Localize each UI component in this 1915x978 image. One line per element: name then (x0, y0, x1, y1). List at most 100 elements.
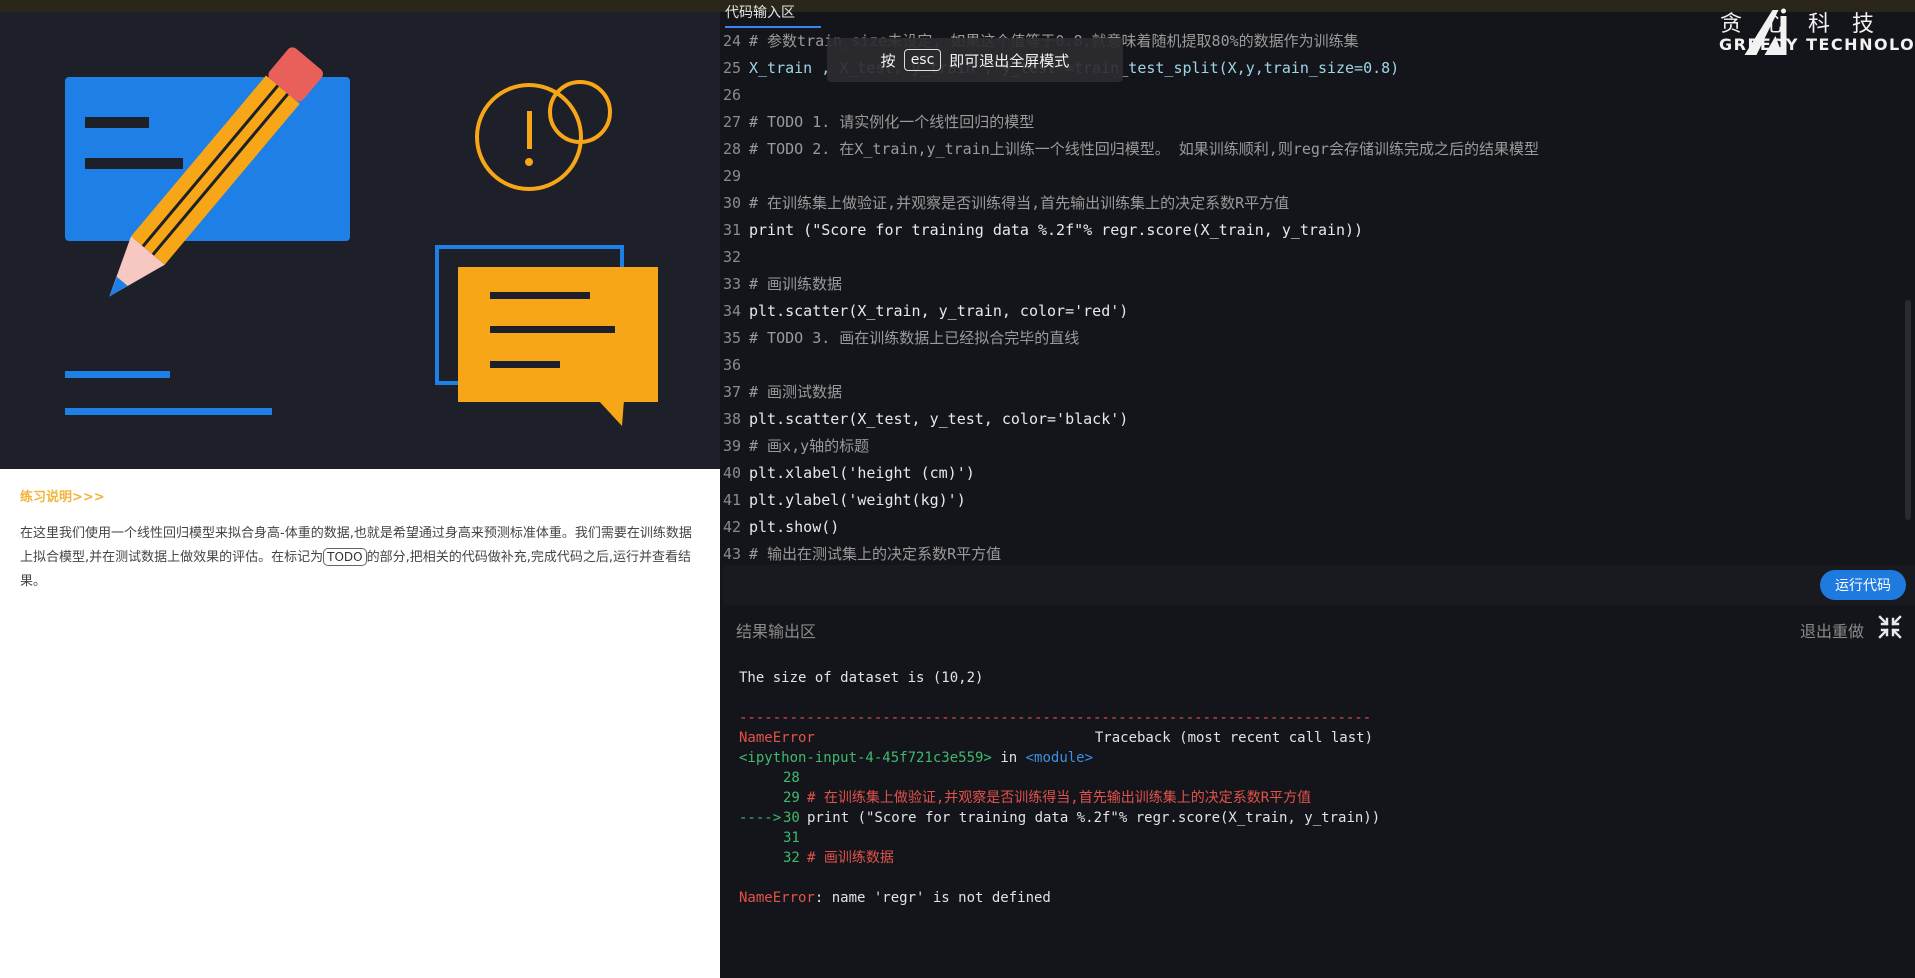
editor-scrollbar[interactable] (1905, 300, 1911, 520)
output-header: 结果输出区 (736, 622, 817, 641)
input-ref: <ipython-input-4-45f721c3e559> (739, 750, 992, 766)
code-line[interactable]: 37 # 画测试数据 (723, 379, 1913, 406)
code-line[interactable]: 27 # TODO 1. 请实例化一个线性回归的模型 (723, 109, 1913, 136)
line-number: 40 (723, 464, 742, 482)
code-line[interactable]: 38 plt.scatter(X_test, y_test, color='bla… (723, 406, 1913, 433)
esc-key-badge: esc (903, 49, 942, 71)
exercise-description: 在这里我们使用一个线性回归模型来拟合身高-体重的数据,也就是希望通过身高来预测标… (20, 522, 702, 594)
line-number: 41 (723, 491, 742, 509)
code-text[interactable]: # 画测试数据 (749, 383, 842, 401)
output-console: The size of dataset is (10,2) ----------… (739, 668, 1380, 908)
code-line[interactable]: 36 (723, 352, 1913, 379)
todo-tag: TODO (323, 548, 367, 566)
run-code-button[interactable]: 运行代码 (1820, 570, 1906, 600)
traceback-lines: 28 29 # 在训练集上做验证,并观察是否训练得当,首先输出训练集上的决定系数R平… (739, 768, 1380, 868)
code-line[interactable]: 28 # TODO 2. 在X_train,y_train上训练一个线性回归模型。… (723, 136, 1913, 163)
traceback-code: # 画训练数据 (807, 850, 894, 866)
code-line[interactable]: 39 # 画x,y轴的标题 (723, 433, 1913, 460)
logo-text-cn: 贪心科技 (1720, 12, 1897, 37)
line-number: 33 (723, 275, 742, 293)
fullscreen-toast: 按 esc 即可退出全屏模式 (827, 38, 1123, 82)
code-line[interactable]: 29 (723, 163, 1913, 190)
traceback-line: 32 # 画训练数据 (739, 848, 1380, 868)
line-number: 30 (723, 194, 742, 212)
code-text[interactable]: plt.xlabel('height (cm)') (749, 464, 975, 482)
in-text: in (1000, 750, 1018, 766)
code-text[interactable]: # 输出在测试集上的决定系数R平方值 (749, 545, 1001, 563)
line-number: 32 (723, 248, 742, 266)
code-line[interactable]: 26 (723, 82, 1913, 109)
traceback-line-number: 31 (783, 830, 800, 846)
toast-prefix: 按 (880, 51, 896, 70)
reset-button[interactable]: 退出重做 (1800, 618, 1864, 642)
line-number: 35 (723, 329, 742, 347)
line-number: 24 (723, 32, 742, 50)
error-text: : name 'regr' is not defined (814, 890, 1051, 906)
line-number: 26 (723, 86, 742, 104)
error-name: NameError (739, 730, 815, 746)
code-line[interactable]: 32 (723, 244, 1913, 271)
traceback-line-number: 28 (783, 770, 800, 786)
code-text[interactable]: # TODO 3. 画在训练数据上已经拟合完毕的直线 (749, 329, 1079, 347)
line-number: 25 (723, 59, 742, 77)
code-text[interactable]: # 在训练集上做验证,并观察是否训练得当,首先输出训练集上的决定系数R平方值 (749, 194, 1289, 212)
code-line[interactable]: 41 plt.ylabel('weight(kg)') (723, 487, 1913, 514)
traceback-arrow: ----> (739, 810, 782, 826)
code-line[interactable]: 30 # 在训练集上做验证,并观察是否训练得当,首先输出训练集上的决定系数R平方值 (723, 190, 1913, 217)
code-text[interactable]: plt.scatter(X_test, y_test, color='black… (749, 410, 1128, 428)
traceback-line-number: 30 (783, 810, 800, 826)
line-number: 38 (723, 410, 742, 428)
code-line[interactable]: 34 plt.scatter(X_train, y_train, color='r… (723, 298, 1913, 325)
code-text[interactable]: plt.scatter(X_train, y_train, color='red… (749, 302, 1128, 320)
traceback-line: 28 (739, 768, 1380, 788)
line-number: 36 (723, 356, 742, 374)
traceback-line: 29 # 在训练集上做验证,并观察是否训练得当,首先输出训练集上的决定系数R平方值 (739, 788, 1380, 808)
run-bar (723, 565, 1915, 605)
code-text[interactable]: # 画x,y轴的标题 (749, 437, 869, 455)
code-line[interactable]: 43 # 输出在测试集上的决定系数R平方值 (723, 541, 1913, 565)
line-number: 42 (723, 518, 742, 536)
code-text[interactable]: # TODO 1. 请实例化一个线性回归的模型 (749, 113, 1034, 131)
code-text[interactable]: # TODO 2. 在X_train,y_train上训练一个线性回归模型。 如… (749, 140, 1539, 158)
code-line[interactable]: 31 print ("Score for training data %.2f"%… (723, 217, 1913, 244)
traceback-line: 31 (739, 828, 1380, 848)
line-number: 34 (723, 302, 742, 320)
code-text[interactable]: print ("Score for training data %.2f"% r… (749, 221, 1363, 239)
traceback-code: # 在训练集上做验证,并观察是否训练得当,首先输出训练集上的决定系数R平方值 (807, 790, 1312, 806)
line-number: 29 (723, 167, 742, 185)
traceback-header: NameError Traceback (most recent call las… (739, 728, 1380, 748)
line-number: 43 (723, 545, 742, 563)
code-text[interactable]: # 画训练数据 (749, 275, 842, 293)
code-line[interactable]: 42 plt.show() (723, 514, 1913, 541)
code-line[interactable]: 35 # TODO 3. 画在训练数据上已经拟合完毕的直线 (723, 325, 1913, 352)
line-number: 27 (723, 113, 742, 131)
code-text[interactable]: plt.ylabel('weight(kg)') (749, 491, 966, 509)
line-number: 31 (723, 221, 742, 239)
logo-text-en: GREEDY TECHNOLOGY (1719, 35, 1915, 54)
error-message: NameError: name 'regr' is not defined (739, 888, 1380, 908)
tab-code-input[interactable]: 代码输入区 (725, 2, 795, 22)
traceback-code: print ("Score for training data %.2f"% r… (807, 810, 1381, 826)
left-panel: 练习说明>>> 在这里我们使用一个线性回归模型来拟合身高-体重的数据,也就是希望… (0, 0, 720, 978)
line-number: 37 (723, 383, 742, 401)
module-ref: <module> (1025, 750, 1094, 766)
traceback-line: ----> 30 print ("Score for training data %… (739, 808, 1380, 828)
code-line[interactable]: 33 # 画训练数据 (723, 271, 1913, 298)
toast-suffix: 即可退出全屏模式 (949, 51, 1070, 70)
line-number: 28 (723, 140, 742, 158)
traceback-label: Traceback (most recent call last) (1094, 730, 1374, 746)
line-number: 39 (723, 437, 742, 455)
code-text[interactable]: plt.show() (749, 518, 839, 536)
traceback-location: <ipython-input-4-45f721c3e559> in <modul… (739, 748, 1380, 768)
traceback-line-number: 32 (783, 850, 800, 866)
exercise-illustration (0, 0, 720, 469)
exercise-description-title: 练习说明>>> (20, 490, 105, 505)
code-line[interactable]: 40 plt.xlabel('height (cm)') (723, 460, 1913, 487)
dataset-size-line: The size of dataset is (10,2) (739, 670, 984, 686)
top-strip (0, 0, 1915, 12)
exit-fullscreen-icon[interactable] (1878, 615, 1902, 639)
code-editor[interactable]: 24# 参数train_size未设定, 如果这个值等于0.8,就意味着随机提取… (723, 28, 1913, 565)
traceback-line-number: 29 (783, 790, 800, 806)
